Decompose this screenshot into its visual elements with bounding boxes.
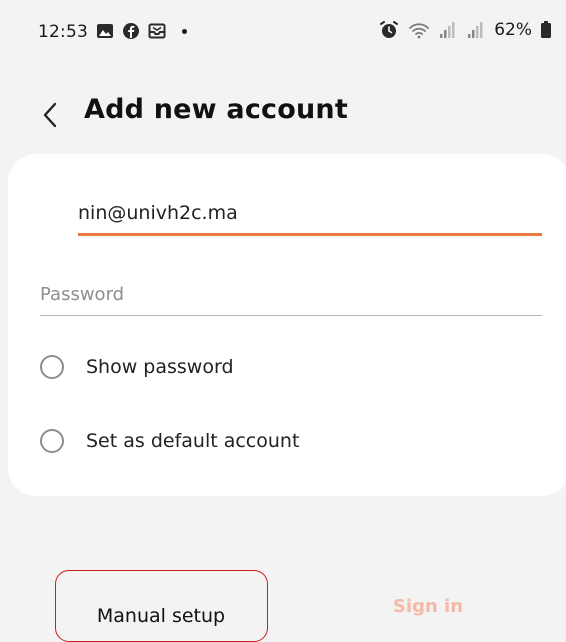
app-header: Add new account xyxy=(0,86,566,142)
more-notifications-dot-icon xyxy=(182,28,187,34)
battery-percentage: 62% xyxy=(494,20,532,40)
image-icon xyxy=(97,24,113,38)
email-field-underline xyxy=(78,233,542,236)
inbox-icon xyxy=(148,23,166,39)
email-field-value: nin@univh2c.ma xyxy=(78,202,238,224)
signal-icon xyxy=(440,22,455,38)
status-bar: 12:53 62% xyxy=(0,0,566,66)
password-field[interactable]: Password xyxy=(40,280,542,316)
chevron-left-icon xyxy=(43,102,57,128)
manual-setup-label: Manual setup xyxy=(96,605,226,627)
password-field-underline xyxy=(40,315,542,316)
manual-setup-button[interactable]: Manual setup xyxy=(55,570,268,642)
alarm-icon xyxy=(380,21,399,38)
signal-icon-secondary xyxy=(468,22,483,38)
default-account-option[interactable]: Set as default account xyxy=(40,424,440,458)
facebook-icon xyxy=(123,23,139,39)
page-title: Add new account xyxy=(84,94,348,125)
status-system-icons: 62% xyxy=(378,20,552,40)
status-time: 12:53 xyxy=(38,22,88,42)
status-notification-icons xyxy=(96,22,187,40)
default-account-label: Set as default account xyxy=(86,430,300,452)
show-password-option[interactable]: Show password xyxy=(40,350,440,384)
password-field-placeholder: Password xyxy=(40,284,125,305)
back-button[interactable] xyxy=(36,98,64,132)
battery-icon xyxy=(541,21,551,38)
wifi-icon xyxy=(409,23,430,39)
show-password-radio[interactable] xyxy=(40,355,64,379)
sign-in-button[interactable]: Sign in xyxy=(348,596,508,630)
default-account-radio[interactable] xyxy=(40,429,64,453)
email-field[interactable]: nin@univh2c.ma xyxy=(78,196,542,236)
show-password-label: Show password xyxy=(86,356,234,378)
